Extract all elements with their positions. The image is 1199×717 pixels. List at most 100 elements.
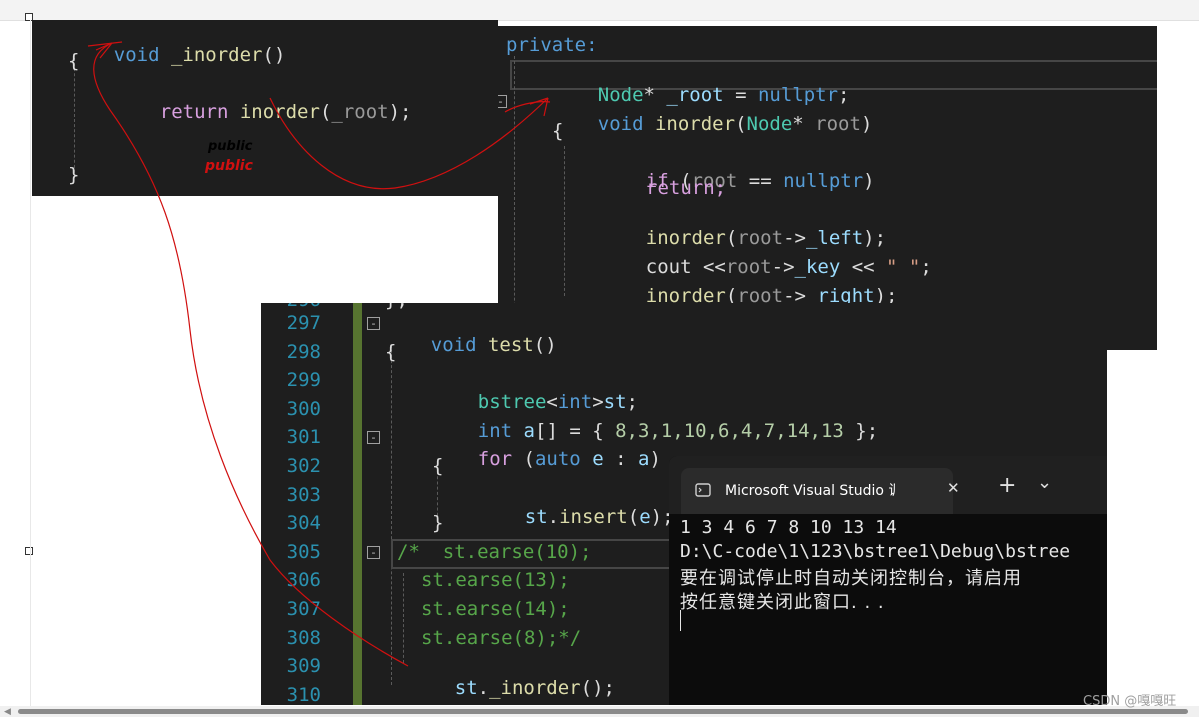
fold-toggle[interactable]: - — [367, 546, 380, 559]
new-tab-button[interactable]: + — [998, 473, 1016, 498]
token: _inorder — [489, 677, 581, 699]
token: ) — [649, 448, 661, 470]
fold-toggle[interactable]: - — [367, 431, 380, 444]
code-line: private: — [506, 34, 598, 56]
token: e — [592, 448, 604, 470]
window-edge — [30, 20, 31, 710]
fold-toggle[interactable]: - — [367, 317, 380, 330]
selection-handle[interactable] — [25, 547, 33, 555]
token: st — [454, 677, 478, 699]
token: () — [262, 44, 286, 66]
terminal-tab[interactable]: Microsoft Visual Studio 调试控 ✕ — [681, 468, 960, 514]
public-watermark: public — [205, 158, 253, 174]
line-number: 299 — [286, 369, 321, 391]
token: e — [639, 506, 651, 528]
token: inorder — [654, 113, 736, 135]
line-number: 307 — [286, 598, 321, 620]
indent-guide — [391, 345, 392, 685]
token: a — [637, 448, 650, 470]
line-number: 304 — [286, 512, 321, 534]
token: ) — [863, 170, 875, 192]
public-watermark: public — [208, 139, 253, 154]
line-number: 305 — [286, 541, 321, 563]
code-line: }; — [385, 303, 408, 311]
snippet-private-inorder: - private: Node* _root = nullptr; void i… — [498, 26, 1157, 350]
fold-toggle[interactable]: - — [498, 95, 507, 108]
token: }; — [843, 420, 879, 442]
scroll-left-icon[interactable]: ◀ — [4, 707, 11, 717]
text-cursor — [680, 610, 681, 631]
snippet-inorder-wrapper: void _inorder() { return inorder(_root);… — [32, 20, 498, 196]
debug-console-window[interactable]: Microsoft Visual Studio 调试控 ✕ + ⌄ 1 3 4 … — [669, 456, 1107, 705]
code-line: { — [68, 50, 80, 72]
token: st — [524, 506, 548, 528]
console-output-line: 要在调试停止时自动关闭控制台，请启用 — [680, 568, 1022, 589]
token: * — [792, 113, 816, 135]
line-number: 296 — [261, 303, 321, 311]
token: Node — [746, 113, 793, 135]
line-number: 297 — [286, 312, 321, 334]
console-icon — [695, 483, 711, 497]
token: void — [113, 44, 160, 66]
token: (); — [580, 677, 615, 699]
line-number: 301 — [286, 426, 321, 448]
token: auto — [534, 448, 581, 470]
token: test — [487, 334, 534, 356]
line-number: 300 — [286, 398, 321, 420]
token: == — [737, 170, 784, 192]
dropdown-chevron-icon[interactable]: ⌄ — [1037, 472, 1052, 493]
line-number: 306 — [286, 569, 321, 591]
scrollbar-thumb[interactable] — [18, 709, 1188, 714]
code-line: } — [68, 164, 80, 186]
code-line: { — [432, 455, 444, 477]
line-number: 310 — [286, 684, 321, 705]
token: . — [547, 506, 560, 528]
csdn-watermark: CSDN @嘎嘎旺 — [1083, 694, 1177, 709]
token: ); — [388, 101, 412, 123]
token: . — [477, 677, 490, 699]
token: void — [597, 113, 644, 135]
console-output-line: 按任意键关闭此窗口. . . — [680, 592, 885, 613]
token: nullptr — [783, 170, 864, 192]
terminal-tab-title: Microsoft Visual Studio 调试控 — [725, 483, 895, 499]
token: for — [477, 448, 513, 470]
token: return — [159, 101, 229, 123]
close-icon[interactable]: ✕ — [947, 479, 960, 497]
token: : — [603, 448, 638, 470]
line-number: 308 — [286, 627, 321, 649]
token: ( — [512, 448, 535, 470]
code-line: for (auto e : a) — [432, 426, 661, 492]
code-line: st.earse(13); — [421, 569, 570, 591]
line-number: 303 — [286, 484, 321, 506]
token: void — [430, 334, 477, 356]
token: inorder — [239, 101, 320, 123]
code-line: { — [552, 120, 564, 142]
line-number: 309 — [286, 655, 321, 677]
token: ( — [627, 506, 640, 528]
token: _root — [331, 101, 389, 123]
code-line: st._inorder(); — [409, 655, 615, 705]
token: ( — [735, 113, 747, 135]
change-indicator-bar — [353, 303, 362, 705]
indent-guide — [403, 573, 404, 663]
token: _inorder — [170, 44, 263, 66]
code-line: { — [385, 341, 397, 363]
line-number: 298 — [286, 341, 321, 363]
indent-guide — [564, 146, 565, 296]
code-line: } — [432, 512, 444, 534]
token: root — [815, 113, 861, 135]
token: ) — [860, 113, 873, 135]
token: insert — [559, 506, 628, 528]
top-border — [0, 0, 1199, 21]
console-output-line: D:\C-code\1\123\bstree1\Debug\bstree — [680, 541, 1071, 562]
horizontal-scrollbar[interactable]: ◀ — [0, 706, 1199, 717]
token: ( — [319, 101, 332, 123]
token: ; — [920, 256, 932, 278]
code-line: /* st.earse(10); — [397, 541, 592, 563]
code-line: return inorder(_root); — [114, 79, 412, 145]
